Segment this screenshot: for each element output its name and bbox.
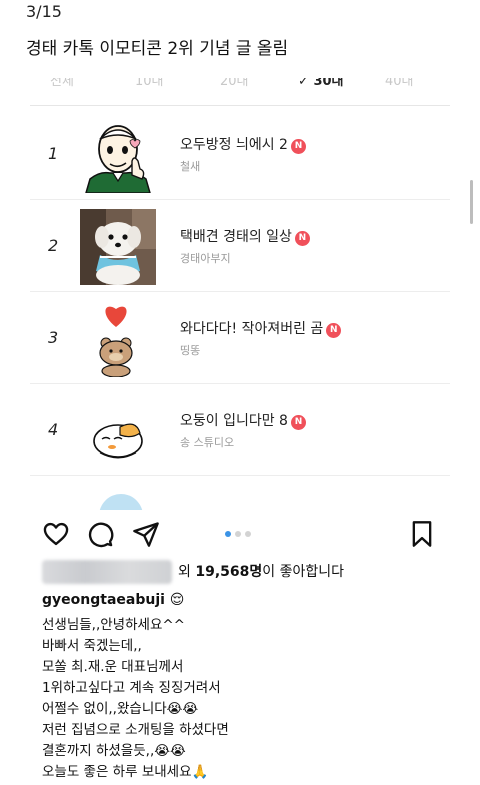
new-badge: N — [326, 323, 342, 338]
rank-number: 3 — [48, 328, 59, 347]
age-filter-bar: 전체 10대 20대 ✓ 30대 40대 — [30, 78, 450, 106]
caption-line: 저런 집념으로 소개팅을 하셨다면 — [42, 722, 229, 738]
filter-10s[interactable]: 10대 — [135, 78, 164, 92]
ranking-item-1[interactable]: 1 오두방정 늬에시 2N 철새 — [30, 108, 450, 200]
blurred-username — [42, 560, 172, 584]
comment-icon[interactable] — [82, 516, 118, 552]
bear-with-heart-icon — [80, 301, 156, 378]
bookmark-icon[interactable] — [404, 516, 440, 552]
likes-summary[interactable]: 외 19,568명이 좋아합니다 — [42, 560, 344, 586]
caption-line: 바빠서 죽겠는데,, — [42, 638, 142, 654]
ranking-item-4[interactable]: 4 오둥이 입니다만 8N 송 스튜디오 — [30, 384, 450, 476]
emoticon-author: 송 스튜디오 — [180, 436, 235, 449]
rank-number: 1 — [48, 144, 59, 163]
emoticon-title: 와다다다! 작아져버린 곰N — [180, 318, 342, 338]
filter-30s[interactable]: ✓ 30대 — [298, 78, 344, 92]
emoticon-ranking-screenshot: 전체 10대 20대 ✓ 30대 40대 1 오두방정 늬에시 2N 철새 2 — [30, 70, 450, 510]
likes-suffix: 이 좋아합니다 — [262, 564, 344, 580]
page-counter: 3/15 — [26, 2, 62, 21]
filter-30s-label: 30대 — [313, 78, 344, 89]
filter-40s[interactable]: 40대 — [385, 78, 414, 92]
check-icon: ✓ — [298, 78, 309, 89]
bald-man-thumbs-up-icon — [80, 117, 156, 194]
carousel-dots — [225, 531, 251, 537]
caption-line: 모쏠 최.재.운 대표님께서 — [42, 659, 184, 675]
caption-username[interactable]: gyeongtaeabuji 😌 — [42, 592, 462, 613]
emoticon-author: 철새 — [180, 160, 201, 173]
caption-line: 어쩔수 없이,,왔습니다😭😭 — [42, 701, 199, 717]
emoticon-title-text: 오둥이 입니다만 8 — [180, 413, 288, 429]
sleeping-duck-icon — [80, 393, 156, 469]
new-badge: N — [290, 139, 306, 154]
emoticon-title-text: 와다다다! 작아져버린 곰 — [180, 321, 324, 337]
emoticon-author: 띵똥 — [180, 344, 201, 357]
emoticon-author: 경태아부지 — [180, 252, 231, 265]
post-title: 경태 카톡 이모티콘 2위 기념 글 올림 — [26, 39, 289, 59]
caption-line: 1위하고싶다고 계속 징징거려서 — [42, 680, 221, 696]
caption-line: 결혼까지 하셨을듯,,😭😭 — [42, 743, 186, 759]
share-icon[interactable] — [128, 516, 164, 552]
post-caption: gyeongtaeabuji 😌 선생님들,,안녕하세요^^ 바빠서 죽겠는데,… — [42, 592, 462, 781]
new-badge: N — [294, 231, 310, 246]
emoticon-title-text: 택배견 경태의 일상 — [180, 229, 292, 245]
rank-number: 2 — [48, 236, 59, 255]
post-actions — [0, 516, 480, 556]
scrollbar[interactable] — [470, 180, 473, 224]
emoticon-title: 오둥이 입니다만 8N — [180, 410, 306, 430]
likes-count: 19,568명 — [195, 564, 263, 580]
carousel-dot-active — [225, 531, 231, 537]
filter-all[interactable]: 전체 — [50, 78, 74, 92]
emoticon-title: 오두방정 늬에시 2N — [180, 134, 306, 154]
likes-prefix: 외 — [178, 564, 191, 580]
white-dog-photo — [80, 209, 156, 285]
next-item-thumbnail — [96, 488, 146, 510]
ranking-item-3[interactable]: 3 와다다다! 작아져버린 곰N 띵똥 — [30, 292, 450, 384]
rank-number: 4 — [48, 420, 59, 439]
carousel-dot — [235, 531, 241, 537]
emoticon-title: 택배견 경태의 일상 N — [180, 226, 310, 246]
caption-line: 오늘도 좋은 하루 보내세요🙏 — [42, 764, 209, 780]
new-badge: N — [290, 415, 306, 430]
carousel-dot — [245, 531, 251, 537]
caption-line: 선생님들,,안녕하세요^^ — [42, 617, 185, 633]
emoticon-title-text: 오두방정 늬에시 2 — [180, 137, 288, 153]
filter-20s[interactable]: 20대 — [220, 78, 249, 92]
heart-icon[interactable] — [38, 516, 74, 552]
ranking-item-2[interactable]: 2 택배견 경태의 일상 N 경태아부지 — [30, 200, 450, 292]
